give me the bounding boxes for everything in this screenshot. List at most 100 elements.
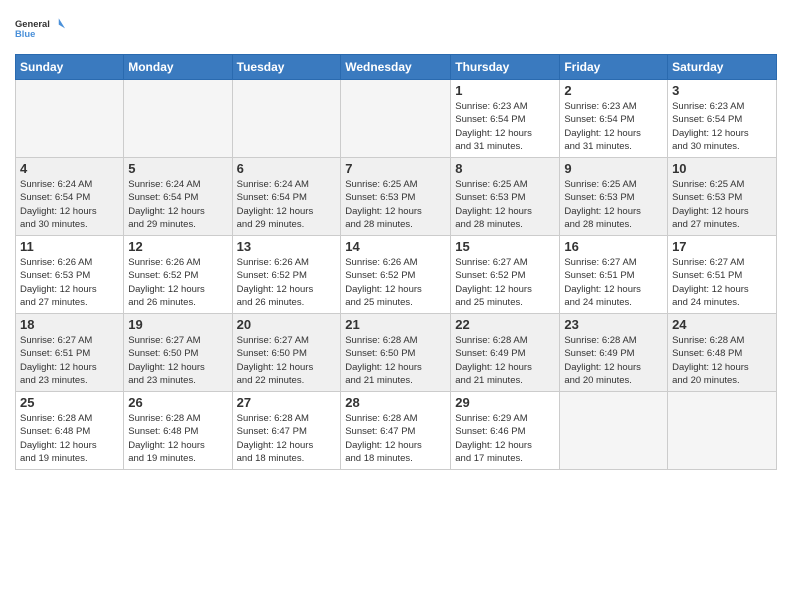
cell-day-number: 28 xyxy=(345,395,446,410)
calendar-cell: 29 Sunrise: 6:29 AMSunset: 6:46 PMDayligh… xyxy=(451,392,560,470)
cell-info-text: Sunrise: 6:28 AMSunset: 6:49 PMDaylight:… xyxy=(564,334,663,387)
calendar-cell: 11 Sunrise: 6:26 AMSunset: 6:53 PMDayligh… xyxy=(16,236,124,314)
cell-day-number: 7 xyxy=(345,161,446,176)
cell-info-text: Sunrise: 6:28 AMSunset: 6:50 PMDaylight:… xyxy=(345,334,446,387)
cell-info-text: Sunrise: 6:25 AMSunset: 6:53 PMDaylight:… xyxy=(564,178,663,231)
calendar-cell: 9 Sunrise: 6:25 AMSunset: 6:53 PMDaylight… xyxy=(560,158,668,236)
cell-day-number: 29 xyxy=(455,395,555,410)
cell-info-text: Sunrise: 6:28 AMSunset: 6:49 PMDaylight:… xyxy=(455,334,555,387)
calendar-cell: 23 Sunrise: 6:28 AMSunset: 6:49 PMDayligh… xyxy=(560,314,668,392)
cell-day-number: 17 xyxy=(672,239,772,254)
calendar-cell xyxy=(668,392,777,470)
calendar-cell: 1 Sunrise: 6:23 AMSunset: 6:54 PMDaylight… xyxy=(451,80,560,158)
cell-info-text: Sunrise: 6:28 AMSunset: 6:47 PMDaylight:… xyxy=(237,412,337,465)
cell-info-text: Sunrise: 6:27 AMSunset: 6:51 PMDaylight:… xyxy=(672,256,772,309)
calendar-week-row: 18 Sunrise: 6:27 AMSunset: 6:51 PMDayligh… xyxy=(16,314,777,392)
logo: General Blue xyxy=(15,10,65,48)
calendar-cell xyxy=(560,392,668,470)
cell-info-text: Sunrise: 6:27 AMSunset: 6:50 PMDaylight:… xyxy=(128,334,227,387)
cell-info-text: Sunrise: 6:27 AMSunset: 6:51 PMDaylight:… xyxy=(564,256,663,309)
calendar-cell: 20 Sunrise: 6:27 AMSunset: 6:50 PMDayligh… xyxy=(232,314,341,392)
cell-day-number: 3 xyxy=(672,83,772,98)
calendar-week-row: 4 Sunrise: 6:24 AMSunset: 6:54 PMDaylight… xyxy=(16,158,777,236)
cell-info-text: Sunrise: 6:26 AMSunset: 6:52 PMDaylight:… xyxy=(345,256,446,309)
cell-day-number: 2 xyxy=(564,83,663,98)
calendar-cell: 19 Sunrise: 6:27 AMSunset: 6:50 PMDayligh… xyxy=(124,314,232,392)
calendar-cell xyxy=(16,80,124,158)
cell-info-text: Sunrise: 6:26 AMSunset: 6:53 PMDaylight:… xyxy=(20,256,119,309)
cell-info-text: Sunrise: 6:28 AMSunset: 6:48 PMDaylight:… xyxy=(128,412,227,465)
cell-day-number: 10 xyxy=(672,161,772,176)
cell-day-number: 9 xyxy=(564,161,663,176)
cell-info-text: Sunrise: 6:29 AMSunset: 6:46 PMDaylight:… xyxy=(455,412,555,465)
calendar-cell: 27Sunrise: 6:28 AMSunset: 6:47 PMDayligh… xyxy=(232,392,341,470)
cell-info-text: Sunrise: 6:25 AMSunset: 6:53 PMDaylight:… xyxy=(672,178,772,231)
calendar-cell: 21 Sunrise: 6:28 AMSunset: 6:50 PMDayligh… xyxy=(341,314,451,392)
calendar-cell: 28Sunrise: 6:28 AMSunset: 6:47 PMDayligh… xyxy=(341,392,451,470)
calendar-week-row: 11 Sunrise: 6:26 AMSunset: 6:53 PMDayligh… xyxy=(16,236,777,314)
cell-info-text: Sunrise: 6:28 AMSunset: 6:48 PMDaylight:… xyxy=(672,334,772,387)
cell-info-text: Sunrise: 6:24 AMSunset: 6:54 PMDaylight:… xyxy=(20,178,119,231)
calendar-day-header: Friday xyxy=(560,55,668,80)
cell-info-text: Sunrise: 6:26 AMSunset: 6:52 PMDaylight:… xyxy=(237,256,337,309)
calendar-cell: 8 Sunrise: 6:25 AMSunset: 6:53 PMDaylight… xyxy=(451,158,560,236)
cell-day-number: 5 xyxy=(128,161,227,176)
cell-day-number: 18 xyxy=(20,317,119,332)
cell-day-number: 13 xyxy=(237,239,337,254)
cell-day-number: 16 xyxy=(564,239,663,254)
calendar-cell xyxy=(124,80,232,158)
cell-day-number: 23 xyxy=(564,317,663,332)
cell-info-text: Sunrise: 6:24 AMSunset: 6:54 PMDaylight:… xyxy=(237,178,337,231)
cell-info-text: Sunrise: 6:25 AMSunset: 6:53 PMDaylight:… xyxy=(455,178,555,231)
calendar-cell: 3 Sunrise: 6:23 AMSunset: 6:54 PMDaylight… xyxy=(668,80,777,158)
calendar-cell: 5 Sunrise: 6:24 AMSunset: 6:54 PMDaylight… xyxy=(124,158,232,236)
cell-day-number: 26 xyxy=(128,395,227,410)
cell-day-number: 6 xyxy=(237,161,337,176)
cell-info-text: Sunrise: 6:23 AMSunset: 6:54 PMDaylight:… xyxy=(564,100,663,153)
cell-info-text: Sunrise: 6:25 AMSunset: 6:53 PMDaylight:… xyxy=(345,178,446,231)
cell-day-number: 19 xyxy=(128,317,227,332)
cell-info-text: Sunrise: 6:27 AMSunset: 6:52 PMDaylight:… xyxy=(455,256,555,309)
calendar-cell: 10 Sunrise: 6:25 AMSunset: 6:53 PMDayligh… xyxy=(668,158,777,236)
cell-day-number: 20 xyxy=(237,317,337,332)
cell-info-text: Sunrise: 6:24 AMSunset: 6:54 PMDaylight:… xyxy=(128,178,227,231)
cell-day-number: 21 xyxy=(345,317,446,332)
calendar-cell: 7 Sunrise: 6:25 AMSunset: 6:53 PMDaylight… xyxy=(341,158,451,236)
calendar-cell: 13 Sunrise: 6:26 AMSunset: 6:52 PMDayligh… xyxy=(232,236,341,314)
calendar-cell: 6 Sunrise: 6:24 AMSunset: 6:54 PMDaylight… xyxy=(232,158,341,236)
cell-info-text: Sunrise: 6:28 AMSunset: 6:48 PMDaylight:… xyxy=(20,412,119,465)
calendar-cell xyxy=(341,80,451,158)
calendar-day-header: Wednesday xyxy=(341,55,451,80)
cell-day-number: 11 xyxy=(20,239,119,254)
calendar-day-header: Monday xyxy=(124,55,232,80)
cell-day-number: 25 xyxy=(20,395,119,410)
svg-text:General: General xyxy=(15,19,50,29)
cell-day-number: 8 xyxy=(455,161,555,176)
calendar-table: SundayMondayTuesdayWednesdayThursdayFrid… xyxy=(15,54,777,470)
calendar-cell: 17 Sunrise: 6:27 AMSunset: 6:51 PMDayligh… xyxy=(668,236,777,314)
cell-info-text: Sunrise: 6:23 AMSunset: 6:54 PMDaylight:… xyxy=(672,100,772,153)
cell-day-number: 1 xyxy=(455,83,555,98)
calendar-cell: 14 Sunrise: 6:26 AMSunset: 6:52 PMDayligh… xyxy=(341,236,451,314)
calendar-cell: 15Sunrise: 6:27 AMSunset: 6:52 PMDayligh… xyxy=(451,236,560,314)
logo-svg: General Blue xyxy=(15,10,65,48)
calendar-week-row: 25 Sunrise: 6:28 AMSunset: 6:48 PMDayligh… xyxy=(16,392,777,470)
cell-info-text: Sunrise: 6:27 AMSunset: 6:51 PMDaylight:… xyxy=(20,334,119,387)
calendar-cell: 26 Sunrise: 6:28 AMSunset: 6:48 PMDayligh… xyxy=(124,392,232,470)
cell-day-number: 24 xyxy=(672,317,772,332)
calendar-cell: 24 Sunrise: 6:28 AMSunset: 6:48 PMDayligh… xyxy=(668,314,777,392)
calendar-day-header: Tuesday xyxy=(232,55,341,80)
calendar-cell: 12Sunrise: 6:26 AMSunset: 6:52 PMDayligh… xyxy=(124,236,232,314)
cell-day-number: 14 xyxy=(345,239,446,254)
calendar-day-header: Thursday xyxy=(451,55,560,80)
cell-day-number: 22 xyxy=(455,317,555,332)
calendar-day-header: Sunday xyxy=(16,55,124,80)
calendar-week-row: 1 Sunrise: 6:23 AMSunset: 6:54 PMDaylight… xyxy=(16,80,777,158)
cell-info-text: Sunrise: 6:26 AMSunset: 6:52 PMDaylight:… xyxy=(128,256,227,309)
cell-info-text: Sunrise: 6:23 AMSunset: 6:54 PMDaylight:… xyxy=(455,100,555,153)
cell-day-number: 4 xyxy=(20,161,119,176)
cell-info-text: Sunrise: 6:27 AMSunset: 6:50 PMDaylight:… xyxy=(237,334,337,387)
calendar-cell: 22 Sunrise: 6:28 AMSunset: 6:49 PMDayligh… xyxy=(451,314,560,392)
header: General Blue xyxy=(15,10,777,48)
calendar-cell: 18 Sunrise: 6:27 AMSunset: 6:51 PMDayligh… xyxy=(16,314,124,392)
